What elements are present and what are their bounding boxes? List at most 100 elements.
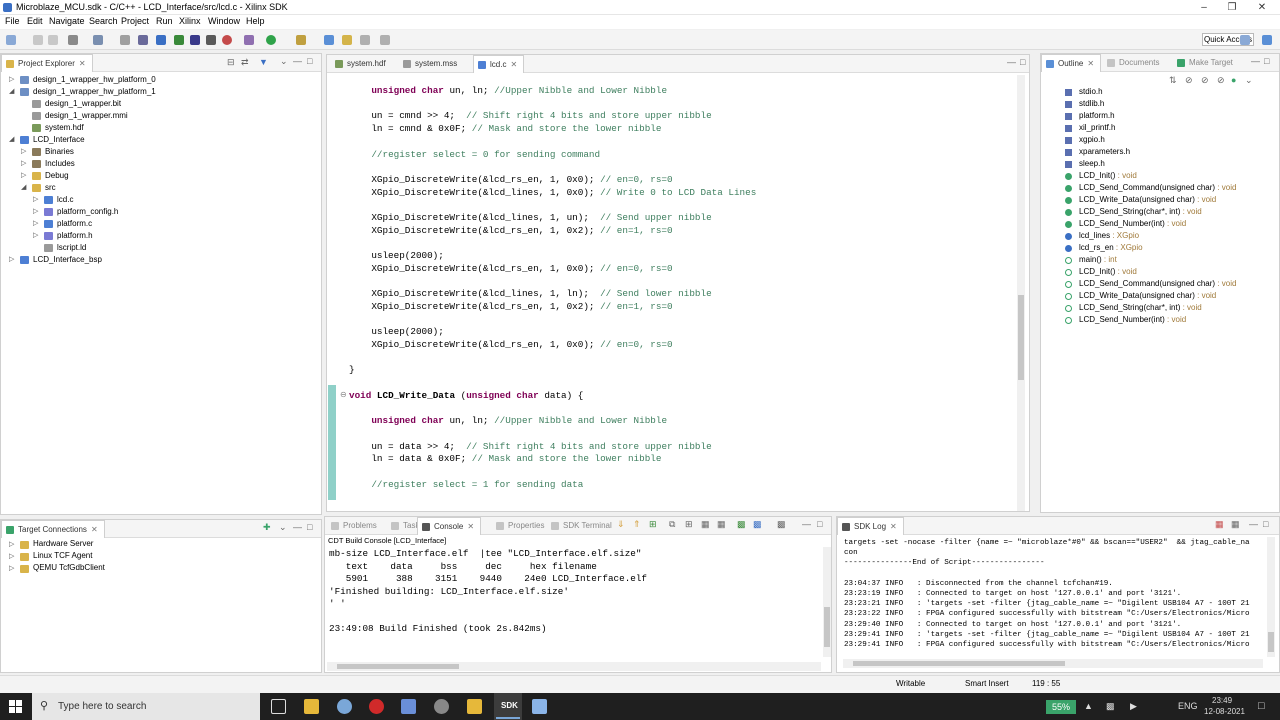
new-icon[interactable]: [6, 35, 16, 45]
close-button[interactable]: ✕: [1246, 0, 1278, 15]
filter-icon[interactable]: ▼: [259, 57, 268, 67]
battery-badge[interactable]: 55%: [1046, 700, 1076, 714]
new-connection-icon[interactable]: ✚: [263, 522, 271, 533]
outline-item[interactable]: LCD_Init() : void: [1065, 170, 1273, 182]
outline-item[interactable]: main() : int: [1065, 254, 1273, 266]
fold-icon[interactable]: ⊖: [340, 390, 347, 399]
open-console-icon[interactable]: ▩: [753, 519, 762, 530]
scroll-up-icon[interactable]: ⇑: [633, 519, 641, 530]
tree-item[interactable]: ▷ design_1_wrapper_hw_platform_0: [1, 74, 317, 86]
vivado-icon[interactable]: [467, 699, 482, 714]
outline-item[interactable]: LCD_Send_String(char*, int) : void: [1065, 302, 1273, 314]
build-icon[interactable]: [93, 35, 103, 45]
maximize-button[interactable]: ❐: [1216, 0, 1248, 15]
view-menu-icon[interactable]: ⌄: [279, 522, 287, 533]
tree-item[interactable]: ◢ src: [1, 182, 317, 194]
clock-time[interactable]: 23:49: [1212, 696, 1232, 705]
tab-system-hdf[interactable]: system.hdf: [331, 55, 392, 73]
tab-problems[interactable]: Problems: [327, 517, 383, 535]
expand-arrow-icon[interactable]: ▷: [21, 146, 30, 158]
outline-item[interactable]: LCD_Send_Number(int) : void: [1065, 218, 1273, 230]
expand-arrow-icon[interactable]: ▷: [21, 158, 30, 170]
code-line[interactable]: //register select = 0 for sending comman…: [349, 149, 600, 161]
tree-item-linux-tcf-agent[interactable]: ▷ Linux TCF Agent: [9, 551, 309, 563]
tree-item-hardware-server[interactable]: ▷ Hardware Server: [9, 539, 309, 551]
maximize-view-icon[interactable]: □: [307, 56, 312, 66]
taskbar-search-box[interactable]: ⚲ Type here to search: [32, 693, 260, 720]
code-line[interactable]: }: [349, 364, 355, 376]
tree-item[interactable]: design_1_wrapper.bit: [1, 98, 317, 110]
menu-search[interactable]: Search: [89, 16, 118, 26]
console-hscroll[interactable]: [327, 662, 821, 671]
opera-icon[interactable]: [369, 699, 384, 714]
outline-item[interactable]: stdio.h: [1065, 86, 1273, 98]
code-line[interactable]: XGpio_DiscreteWrite(&lcd_rs_en, 1, 0x0);…: [349, 263, 672, 275]
file-explorer-icon[interactable]: [304, 699, 319, 714]
tab-project-explorer[interactable]: Project Explorer ✕: [1, 54, 93, 72]
tree-item[interactable]: ▷ Includes: [1, 158, 317, 170]
expand-arrow-icon[interactable]: ▷: [33, 206, 42, 218]
tree-item[interactable]: ◢ LCD_Interface: [1, 134, 317, 146]
expand-arrow-icon[interactable]: ▷: [9, 254, 18, 266]
external-tools-icon[interactable]: [296, 35, 306, 45]
code-line[interactable]: ln = cmnd & 0x0F; // Mask and store the …: [349, 123, 661, 135]
clear-console-icon[interactable]: ▦: [717, 519, 726, 530]
word-wrap-icon[interactable]: ⊞: [685, 519, 693, 530]
scroll-down-icon[interactable]: ⇓: [617, 519, 625, 530]
menu-file[interactable]: File: [5, 16, 20, 26]
tab-sdk-log[interactable]: SDK Log ✕: [837, 517, 904, 535]
minimize-view-icon[interactable]: —: [293, 56, 302, 66]
terminal-icon[interactable]: [190, 35, 200, 45]
close-icon[interactable]: ✕: [1087, 59, 1094, 68]
minimize-view-icon[interactable]: —: [293, 522, 302, 532]
minimize-view-icon[interactable]: —: [802, 519, 811, 529]
pin-icon[interactable]: ▦: [701, 519, 710, 530]
sdk-taskbar-button[interactable]: SDK: [494, 693, 522, 720]
expand-arrow-icon[interactable]: ▷: [33, 230, 42, 242]
code-line[interactable]: unsigned char un, ln; //Upper Nibble and…: [349, 415, 667, 427]
menu-navigate[interactable]: Navigate: [49, 16, 85, 26]
scroll-thumb[interactable]: [1268, 632, 1274, 652]
outline-item[interactable]: xil_printf.h: [1065, 122, 1273, 134]
tab-console[interactable]: Console ✕: [417, 517, 482, 535]
tree-item[interactable]: design_1_wrapper.mmi: [1, 110, 317, 122]
menu-help[interactable]: Help: [246, 16, 265, 26]
minimize-view-icon[interactable]: —: [1007, 57, 1016, 67]
outline-item[interactable]: LCD_Send_Command(unsigned char) : void: [1065, 278, 1273, 290]
target-icon[interactable]: [222, 35, 232, 45]
outline-item[interactable]: LCD_Send_Command(unsigned char) : void: [1065, 182, 1273, 194]
expand-arrow-icon[interactable]: ▷: [9, 539, 18, 551]
build-config-icon[interactable]: [68, 35, 78, 45]
link-editor-icon[interactable]: ⇄: [241, 57, 249, 68]
console-vscroll[interactable]: [823, 547, 831, 657]
app-icon-cube[interactable]: [401, 699, 416, 714]
close-icon[interactable]: ✕: [79, 59, 86, 68]
debug-icon[interactable]: [244, 35, 254, 45]
menu-window[interactable]: Window: [208, 16, 240, 26]
maximize-view-icon[interactable]: □: [307, 522, 312, 532]
notepad-icon[interactable]: [532, 699, 547, 714]
view-menu-icon[interactable]: ⌄: [1245, 75, 1253, 86]
tree-item[interactable]: ▷ Debug: [1, 170, 317, 182]
expand-arrow-icon[interactable]: ◢: [9, 86, 18, 98]
outline-item[interactable]: LCD_Send_Number(int) : void: [1065, 314, 1273, 326]
menu-edit[interactable]: Edit: [27, 16, 43, 26]
code-line[interactable]: //register select = 1 for sending data: [349, 479, 583, 491]
expand-arrow-icon[interactable]: ▷: [9, 563, 18, 575]
save-all-icon[interactable]: [48, 35, 58, 45]
cpp-perspective-icon[interactable]: [1262, 35, 1272, 45]
tree-item[interactable]: ◢ design_1_wrapper_hw_platform_1: [1, 86, 317, 98]
outline-item[interactable]: LCD_Init() : void: [1065, 266, 1273, 278]
program-fpga-icon[interactable]: [156, 35, 166, 45]
tab-documents[interactable]: Documents: [1103, 54, 1165, 72]
maximize-view-icon[interactable]: □: [1264, 56, 1269, 66]
tree-item[interactable]: ▷ platform.h: [1, 230, 317, 242]
scroll-lock-icon[interactable]: ⊞: [649, 519, 657, 530]
tab-target-connections[interactable]: Target Connections ✕: [1, 520, 105, 538]
log-hscroll[interactable]: [843, 659, 1263, 668]
close-icon[interactable]: ✕: [91, 525, 98, 534]
copy-icon[interactable]: ⧉: [669, 519, 675, 530]
collapse-all-icon[interactable]: ⊟: [227, 57, 235, 68]
scroll-thumb[interactable]: [1018, 295, 1024, 380]
tab-outline[interactable]: Outline ✕: [1041, 54, 1102, 72]
